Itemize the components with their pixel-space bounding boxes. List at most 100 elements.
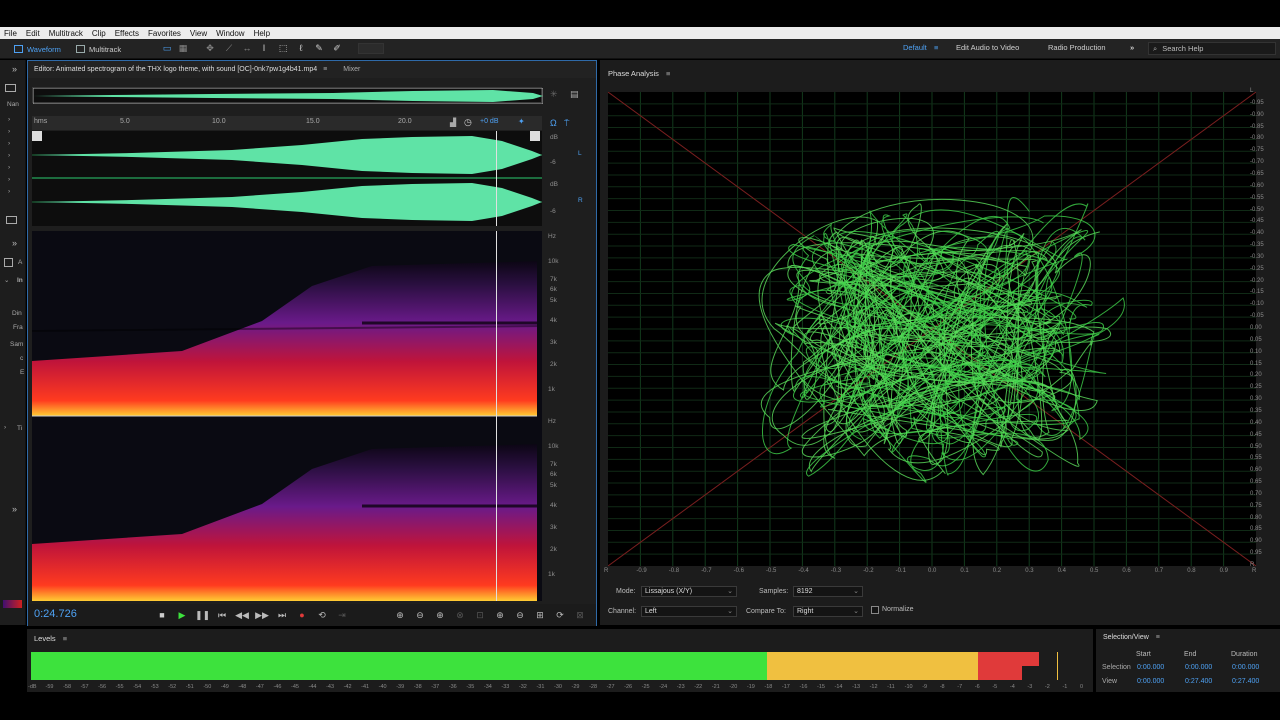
menu-help[interactable]: Help xyxy=(254,29,270,38)
pause-icon[interactable]: ❚❚ xyxy=(195,608,210,622)
ruler-label: 5.0 xyxy=(120,118,130,125)
editor-tab-title[interactable]: Editor: Animated spectrogram of the THX … xyxy=(34,66,317,73)
time-selection-tool-icon[interactable]: I xyxy=(259,43,269,53)
samples-label: Samples: xyxy=(759,588,789,595)
lasso-tool-icon[interactable]: ℓ xyxy=(296,43,306,53)
headphones-icon[interactable]: Ω xyxy=(550,118,557,128)
zoom-out-amplitude-icon[interactable]: ⊖ xyxy=(413,608,427,622)
slip-tool-icon[interactable]: ↔ xyxy=(242,43,252,53)
mixer-tab[interactable]: Mixer xyxy=(343,66,360,73)
menu-effects[interactable]: Effects xyxy=(115,29,139,38)
chevron-right-icon[interactable]: › xyxy=(4,424,6,431)
normalize-checkbox[interactable] xyxy=(871,606,879,614)
compare-to-select[interactable]: Right ⌄ xyxy=(793,606,863,617)
volume-readout[interactable]: +0 dB xyxy=(480,118,499,125)
playhead[interactable] xyxy=(496,231,498,601)
chevron-right-icon[interactable]: › xyxy=(8,140,10,147)
zoom-extra-icon[interactable]: ⊠ xyxy=(573,608,587,622)
fast-forward-icon[interactable]: ▶▶ xyxy=(255,608,269,622)
skip-selection-icon[interactable]: ⇥ xyxy=(335,608,349,622)
workspace-edit-audio-to-video[interactable]: Edit Audio to Video xyxy=(956,43,1019,52)
zoom-to-selection-icon[interactable]: ✳ xyxy=(550,89,558,100)
expand-panel-icon[interactable]: » xyxy=(12,504,17,514)
channel-left-toggle[interactable]: L xyxy=(578,150,582,157)
multitrack-view-button[interactable]: Multitrack xyxy=(76,42,121,56)
selection-start-field[interactable]: 0:00.000 xyxy=(1137,664,1164,671)
menu-favorites[interactable]: Favorites xyxy=(148,29,181,38)
razor-tool-icon[interactable]: ⟋ xyxy=(224,43,234,53)
menu-clip[interactable]: Clip xyxy=(92,29,106,38)
move-tool-icon[interactable]: ✥ xyxy=(205,43,215,53)
expand-panel-icon[interactable]: » xyxy=(12,64,17,74)
search-help-input[interactable]: ⌕ Search Help xyxy=(1148,42,1276,55)
menu-multitrack[interactable]: Multitrack xyxy=(49,29,83,38)
waveform-view-button[interactable]: Waveform xyxy=(14,42,61,56)
volume-knob-icon[interactable]: ◷ xyxy=(464,117,472,128)
chevron-right-icon[interactable]: › xyxy=(8,164,10,171)
waveform-display[interactable] xyxy=(32,131,542,226)
skip-to-start-icon[interactable]: ⏮ xyxy=(215,608,229,622)
expand-panel-icon[interactable]: » xyxy=(12,238,17,248)
panel-menu-icon[interactable]: ≡ xyxy=(323,66,327,73)
chevron-down-icon[interactable]: ⌄ xyxy=(4,276,9,284)
level-tick-label: 0 xyxy=(1080,684,1084,690)
overview-menu-icon[interactable]: ▤ xyxy=(570,89,579,100)
current-time-readout[interactable]: 0:24.726 xyxy=(34,608,77,620)
workspace-default[interactable]: Default xyxy=(903,43,927,52)
level-tick-label: -30 xyxy=(554,684,562,690)
chevron-right-icon[interactable]: › xyxy=(8,188,10,195)
chevron-right-icon[interactable]: › xyxy=(8,116,10,123)
pin-icon[interactable]: ⍑ xyxy=(564,118,569,129)
spectral-display[interactable] xyxy=(31,231,543,601)
workspace-menu-icon[interactable]: ≡ xyxy=(934,43,938,52)
folder-icon[interactable] xyxy=(5,84,16,92)
view-end-field[interactable]: 0:27.400 xyxy=(1185,678,1212,685)
zoom-out-icon[interactable]: ⊖ xyxy=(513,608,527,622)
zoom-out-full-icon[interactable]: ⊗ xyxy=(453,608,467,622)
channel-select[interactable]: Left ⌄ xyxy=(641,606,737,617)
loop-icon[interactable]: ⟲ xyxy=(315,608,329,622)
chevron-right-icon[interactable]: › xyxy=(8,152,10,159)
play-icon[interactable]: ▶ xyxy=(175,608,189,622)
zoom-in-icon[interactable]: ⊕ xyxy=(493,608,507,622)
skip-to-end-icon[interactable]: ⏭ xyxy=(275,608,289,622)
multitrack-icon xyxy=(76,45,85,53)
stop-icon[interactable]: ■ xyxy=(155,608,169,622)
spot-healing-tool-icon[interactable]: ✐ xyxy=(332,43,342,53)
chevron-right-icon[interactable]: › xyxy=(8,176,10,183)
record-icon[interactable]: ● xyxy=(295,608,309,622)
level-tick-label: -46 xyxy=(273,684,282,690)
panel-menu-icon[interactable]: ≡ xyxy=(1156,634,1160,641)
mode-select[interactable]: Lissajous (X/Y) ⌄ xyxy=(641,586,737,597)
media-browser-icon[interactable] xyxy=(6,216,17,224)
workspace-overflow-icon[interactable]: » xyxy=(1130,43,1134,52)
zoom-in-time-icon[interactable]: ⊕ xyxy=(433,608,447,622)
brush-tool-icon[interactable]: ✎ xyxy=(314,43,324,53)
view-duration-field[interactable]: 0:27.400 xyxy=(1232,678,1259,685)
zoom-full-icon[interactable]: ⊞ xyxy=(533,608,547,622)
view-start-field[interactable]: 0:00.000 xyxy=(1137,678,1164,685)
marquee-tool-icon[interactable]: ⬚ xyxy=(278,43,288,53)
spectral-frequency-icon[interactable]: ▭ xyxy=(162,43,172,53)
overview-waveform[interactable] xyxy=(32,87,544,105)
spectral-pitch-icon[interactable]: ▦ xyxy=(178,43,188,53)
rewind-icon[interactable]: ◀◀ xyxy=(235,608,249,622)
time-ruler[interactable]: hms 5.0 10.0 15.0 20.0 ▟ ◷ +0 dB ✦ xyxy=(32,116,542,130)
channel-right-toggle[interactable]: R xyxy=(578,197,583,204)
selection-end-field[interactable]: 0:00.000 xyxy=(1185,664,1212,671)
effects-rack-icon[interactable] xyxy=(4,258,13,267)
menu-file[interactable]: File xyxy=(4,29,17,38)
selection-duration-field[interactable]: 0:00.000 xyxy=(1232,664,1259,671)
zoom-selection-icon[interactable]: ⊡ xyxy=(473,608,487,622)
menu-view[interactable]: View xyxy=(190,29,207,38)
panel-menu-icon[interactable]: ≡ xyxy=(666,69,670,78)
snap-icon[interactable]: ✦ xyxy=(518,117,525,126)
menu-window[interactable]: Window xyxy=(216,29,244,38)
samples-select[interactable]: 8192 ⌄ xyxy=(793,586,863,597)
phase-scale-label: -0.25 xyxy=(1250,265,1264,272)
zoom-reset-icon[interactable]: ⟳ xyxy=(553,608,567,622)
chevron-right-icon[interactable]: › xyxy=(8,128,10,135)
menu-edit[interactable]: Edit xyxy=(26,29,40,38)
zoom-in-amplitude-icon[interactable]: ⊕ xyxy=(393,608,407,622)
workspace-radio-production[interactable]: Radio Production xyxy=(1048,43,1106,52)
